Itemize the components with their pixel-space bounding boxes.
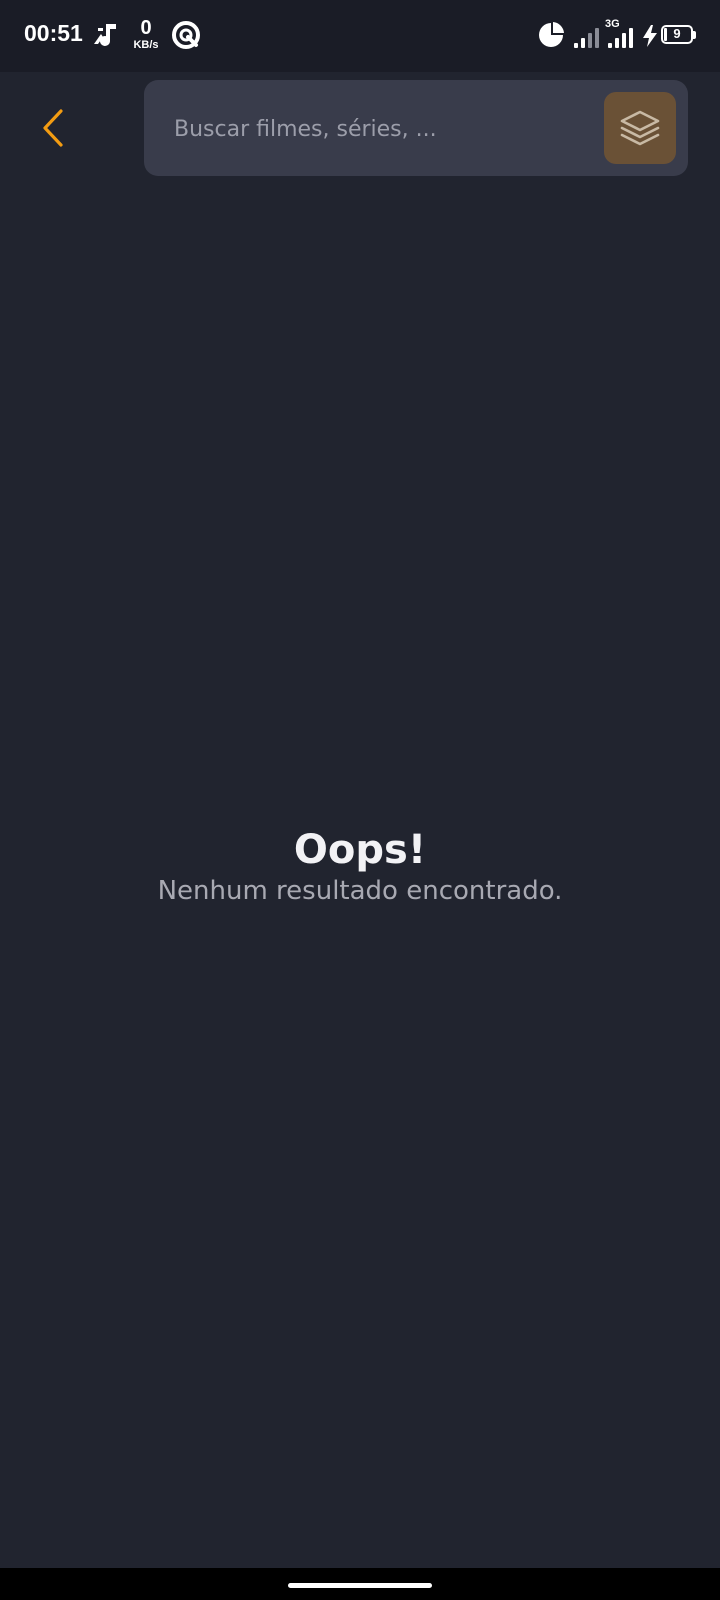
layers-icon <box>620 110 660 146</box>
home-indicator[interactable] <box>288 1583 432 1588</box>
search-bar <box>144 80 688 176</box>
search-input[interactable] <box>172 104 586 154</box>
chevron-left-icon <box>43 109 63 147</box>
empty-state-message: Nenhum resultado encontrado. <box>157 876 563 906</box>
signal-sim1-icon <box>574 28 599 48</box>
network-speed-unit: KB/s <box>133 39 159 51</box>
battery-icon: 9 <box>661 25 693 44</box>
music-note-icon <box>94 24 116 46</box>
status-time: 00:51 <box>24 20 83 46</box>
filter-button[interactable] <box>604 92 676 164</box>
media-app-icon <box>172 21 200 49</box>
network-speed: 0 KB/s <box>128 18 164 51</box>
battery-level: 9 <box>673 26 681 41</box>
back-button[interactable] <box>28 100 78 156</box>
empty-state: Oops! Nenhum resultado encontrado. <box>0 826 720 906</box>
network-speed-value: 0 <box>140 17 152 39</box>
charging-bolt-icon <box>643 25 657 47</box>
data-usage-icon <box>539 22 564 47</box>
battery-tip <box>693 31 696 39</box>
status-bar: 00:51 0 KB/s 3G 9 <box>0 0 720 72</box>
signal-sim2-icon <box>608 28 633 48</box>
empty-state-title: Oops! <box>293 827 427 873</box>
